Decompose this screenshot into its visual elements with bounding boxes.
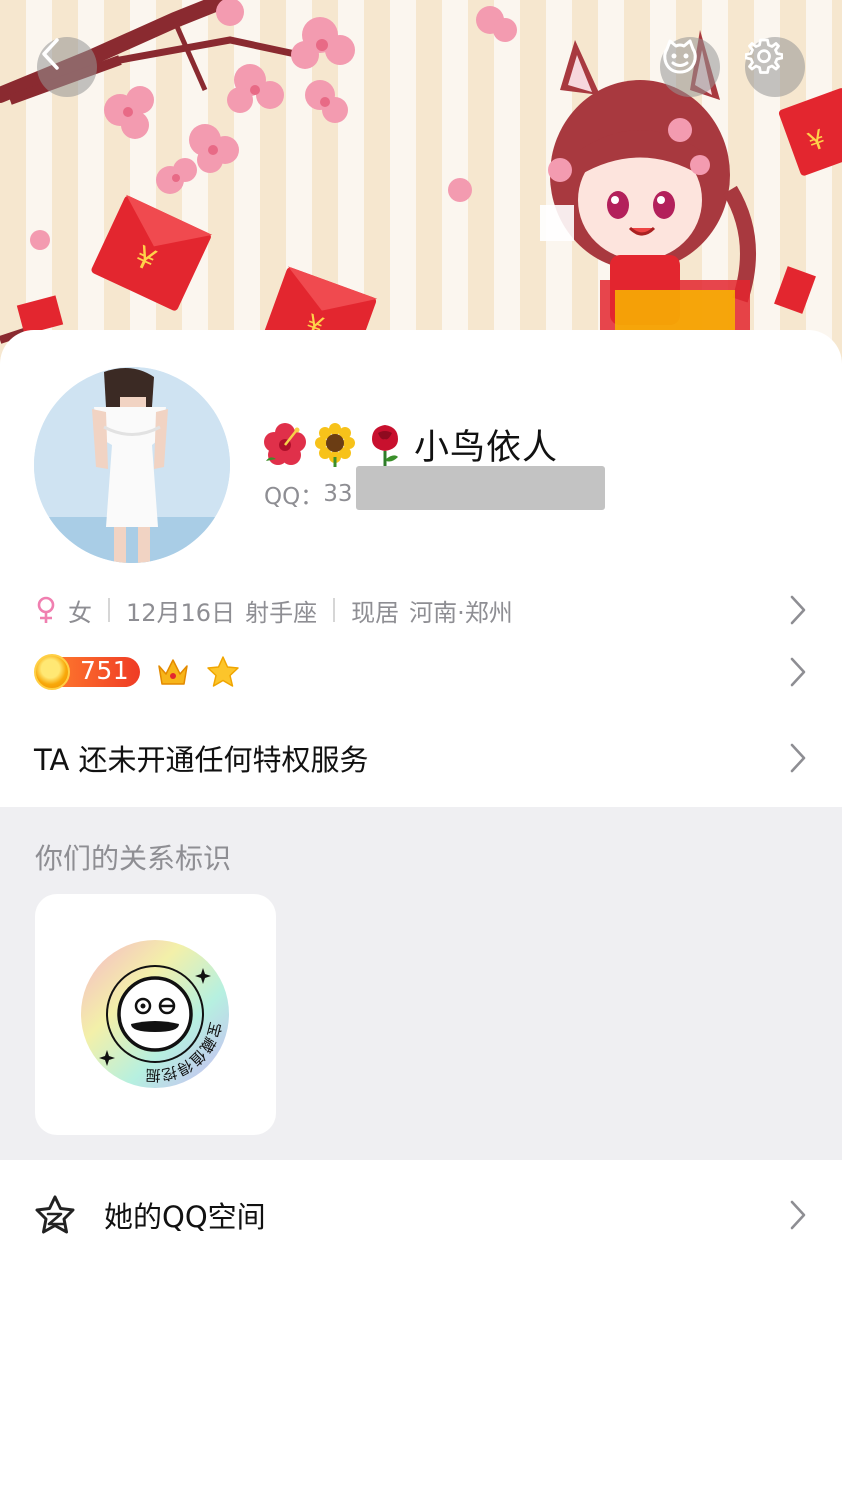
avatar[interactable] [34,367,230,563]
sun-coin-icon [34,654,70,690]
location-label: 现居 [351,598,400,627]
female-icon [37,596,55,623]
privilege-text: TA 还未开通任何特权服务 [34,743,369,777]
avatar-photo [34,367,230,563]
pet-face-icon [663,39,697,74]
gender-text: 女 [68,598,92,627]
qq-label: QQ： [264,484,324,510]
profile-page: ¥ ¥ ¥ 小鸟依人 QQ： 33 女 12月16日 射手座 现居 河南·郑州 … [0,0,842,1500]
qzone-label: 她的QQ空间 [104,1200,266,1234]
settings-button[interactable] [745,37,805,97]
chevron-right-icon [790,743,806,773]
rose-icon [372,425,398,467]
relation-section: 你们的关系标识 宝藏值得挖掘 [0,807,842,1160]
hibiscus-icon [264,423,306,465]
divider [333,598,336,622]
qzone-star-icon [35,1195,75,1234]
basic-info-row[interactable]: 女 12月16日 射手座 现居 河南·郑州 [34,588,808,632]
qzone-row[interactable]: 她的QQ空间 [34,1187,808,1243]
profile-card: 小鸟依人 QQ： 33 女 12月16日 射手座 现居 河南·郑州 751 TA… [0,330,842,1500]
star-icon [207,656,239,687]
treasure-badge-icon: 宝藏值得挖掘 [81,940,229,1088]
nickname-emojis [262,421,412,467]
crown-icon [158,659,188,685]
divider [108,598,110,622]
nickname-text: 小鸟依人 [414,427,559,468]
zodiac-text: 射手座 [245,598,318,627]
birthday-text: 12月16日 [126,598,236,627]
nickname: 小鸟依人 [262,418,558,470]
location-text: 河南·郑州 [409,598,513,627]
chevron-right-icon [790,595,806,625]
qq-level-badge: 751 [34,654,140,690]
qq-number-row: QQ： 33 [264,466,605,512]
gear-icon [745,38,783,74]
chevron-left-icon [42,38,59,70]
pet-button[interactable] [660,37,720,97]
back-button[interactable] [37,37,97,97]
qq-number-redaction [356,466,605,510]
privilege-row[interactable]: TA 还未开通任何特权服务 [34,730,808,786]
chevron-right-icon [790,1200,806,1230]
level-number: 751 [80,656,130,685]
profile-cover-image[interactable]: ¥ ¥ ¥ [0,0,842,380]
sunflower-icon [315,423,355,467]
chevron-right-icon [790,657,806,687]
relation-badge-card[interactable]: 宝藏值得挖掘 [35,894,276,1135]
level-badge-row[interactable]: 751 [34,650,808,694]
relation-section-title: 你们的关系标识 [35,842,232,875]
qq-number: 33 [323,481,353,507]
